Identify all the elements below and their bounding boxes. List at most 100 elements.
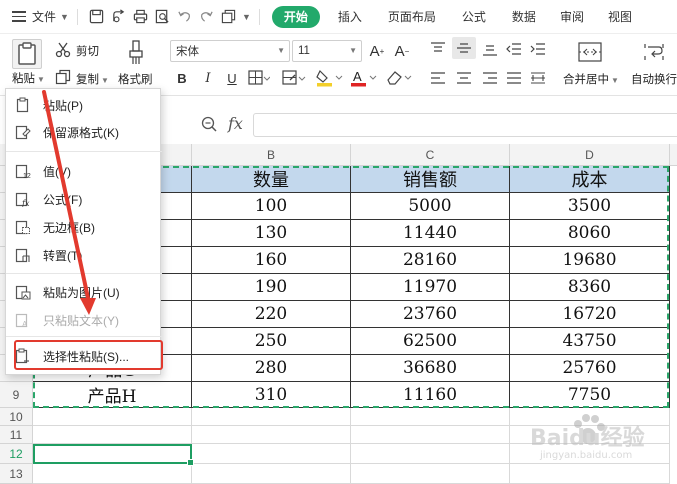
empty-cell[interactable] [33, 408, 192, 426]
format-painter-icon[interactable] [128, 40, 144, 66]
fx-icon[interactable]: fx [228, 114, 243, 133]
table-header-cell[interactable]: 成本 [510, 166, 670, 193]
table-cell[interactable]: 280 [192, 355, 351, 382]
find-icon[interactable] [201, 116, 217, 137]
table-header-cell[interactable]: 销售额 [351, 166, 510, 193]
empty-cell[interactable] [351, 408, 510, 426]
copy-icon[interactable] [55, 69, 71, 85]
menu-item-paste[interactable]: 粘贴(P) [6, 92, 162, 118]
table-cell[interactable]: 8060 [510, 220, 670, 247]
column-header-d[interactable]: D [510, 144, 670, 166]
cell-style-icon[interactable] [282, 70, 306, 86]
save-icon[interactable] [86, 6, 108, 28]
eraser-icon[interactable] [385, 68, 413, 88]
borders-icon[interactable] [248, 70, 270, 86]
font-name-select[interactable]: 宋体 ▼ [170, 40, 290, 62]
active-cell[interactable] [33, 444, 194, 466]
formula-input[interactable] [253, 113, 677, 137]
empty-cell[interactable] [192, 426, 351, 444]
redo-icon[interactable] [196, 6, 218, 28]
align-left-icon[interactable] [430, 71, 446, 85]
tab-review[interactable]: 审阅 [550, 6, 594, 28]
cut-label[interactable]: 剪切 [76, 43, 99, 59]
underline-button[interactable]: U [222, 68, 242, 88]
bold-button[interactable]: B [172, 68, 192, 88]
empty-cell[interactable] [192, 408, 351, 426]
table-cell[interactable]: 11440 [351, 220, 510, 247]
tab-formulas[interactable]: 公式 [452, 6, 496, 28]
table-cell[interactable]: 310 [192, 382, 351, 408]
scissors-icon[interactable] [55, 42, 71, 58]
empty-cell[interactable] [192, 444, 351, 464]
copy-label-group[interactable]: 复制 ▼ [76, 71, 109, 87]
table-cell[interactable]: 16720 [510, 301, 670, 328]
table-cell[interactable]: 36680 [351, 355, 510, 382]
table-cell[interactable]: 19680 [510, 247, 670, 274]
table-cell[interactable]: 250 [192, 328, 351, 355]
empty-cell[interactable] [33, 426, 192, 444]
table-cell[interactable]: 28160 [351, 247, 510, 274]
align-middle-icon[interactable] [452, 37, 476, 59]
print-icon[interactable] [130, 6, 152, 28]
print-preview-icon[interactable] [152, 6, 174, 28]
menu-item-formula[interactable]: fx 公式(F) [6, 186, 162, 212]
align-right-icon[interactable] [482, 71, 498, 85]
table-cell[interactable]: 190 [192, 274, 351, 301]
justify-icon[interactable] [506, 71, 522, 85]
font-size-select[interactable]: 11 ▼ [292, 40, 362, 62]
align-bottom-icon[interactable] [482, 42, 498, 56]
table-cell[interactable]: 11970 [351, 274, 510, 301]
menu-item-paste-text[interactable]: A 只粘贴文本(Y) [6, 307, 162, 333]
menu-item-transpose[interactable]: 转置(T) [6, 242, 162, 268]
table-cell[interactable]: 43750 [510, 328, 670, 355]
table-cell[interactable]: 5000 [351, 193, 510, 220]
hamburger-icon[interactable] [12, 11, 26, 22]
increase-font-button[interactable]: A + [367, 41, 387, 61]
row-header[interactable]: 13 [0, 464, 33, 484]
wrap-text-icon[interactable] [643, 42, 665, 62]
table-cell[interactable]: 130 [192, 220, 351, 247]
tab-page-layout[interactable]: 页面布局 [378, 6, 446, 28]
menu-item-no-border[interactable]: 无边框(B) [6, 214, 162, 240]
table-cell[interactable]: 62500 [351, 328, 510, 355]
fill-color-icon[interactable] [316, 68, 344, 88]
table-cell[interactable]: 11160 [351, 382, 510, 408]
merge-center-group[interactable]: 合并居中 ▼ [563, 71, 619, 87]
table-cell[interactable]: 8360 [510, 274, 670, 301]
menu-item-keep-format[interactable]: 保留源格式(K) [6, 119, 162, 145]
empty-cell[interactable] [351, 426, 510, 444]
table-cell[interactable]: 23760 [351, 301, 510, 328]
file-menu[interactable]: 文件 ▼ [32, 8, 69, 25]
table-cell[interactable]: 220 [192, 301, 351, 328]
row-header[interactable]: 9 [0, 382, 33, 408]
indent-icon[interactable] [530, 42, 546, 56]
align-center-icon[interactable] [456, 71, 472, 85]
undo-icon[interactable] [174, 6, 196, 28]
empty-cell[interactable] [351, 464, 510, 484]
italic-button[interactable]: I [198, 68, 218, 88]
tab-home[interactable]: 开始 [271, 5, 320, 28]
paste-label-group[interactable]: 粘贴 ▼ [12, 70, 45, 86]
table-header-cell[interactable]: 数量 [192, 166, 351, 193]
merge-center-icon[interactable] [578, 42, 602, 62]
empty-cell[interactable] [351, 444, 510, 464]
table-cell[interactable]: 100 [192, 193, 351, 220]
table-cell[interactable]: 25760 [510, 355, 670, 382]
menu-item-values[interactable]: 12 值(V) [6, 158, 162, 184]
export-icon[interactable] [108, 6, 130, 28]
column-header-b[interactable]: B [192, 144, 351, 166]
distributed-icon[interactable] [530, 71, 546, 85]
wrap-text-label[interactable]: 自动换行 [631, 71, 677, 87]
column-header-c[interactable]: C [351, 144, 510, 166]
align-top-icon[interactable] [430, 42, 446, 56]
decrease-font-button[interactable]: A − [392, 41, 412, 61]
table-cell[interactable]: 产品H [33, 382, 192, 408]
empty-cell[interactable] [192, 464, 351, 484]
font-color-icon[interactable]: A [350, 68, 378, 88]
paste-button[interactable] [12, 39, 42, 69]
table-cell[interactable]: 160 [192, 247, 351, 274]
tab-view[interactable]: 视图 [598, 6, 642, 28]
table-cell[interactable]: 3500 [510, 193, 670, 220]
quick-access-more[interactable]: ▼ [240, 12, 251, 22]
menu-item-paste-picture[interactable]: 粘贴为图片(U) [6, 279, 162, 305]
